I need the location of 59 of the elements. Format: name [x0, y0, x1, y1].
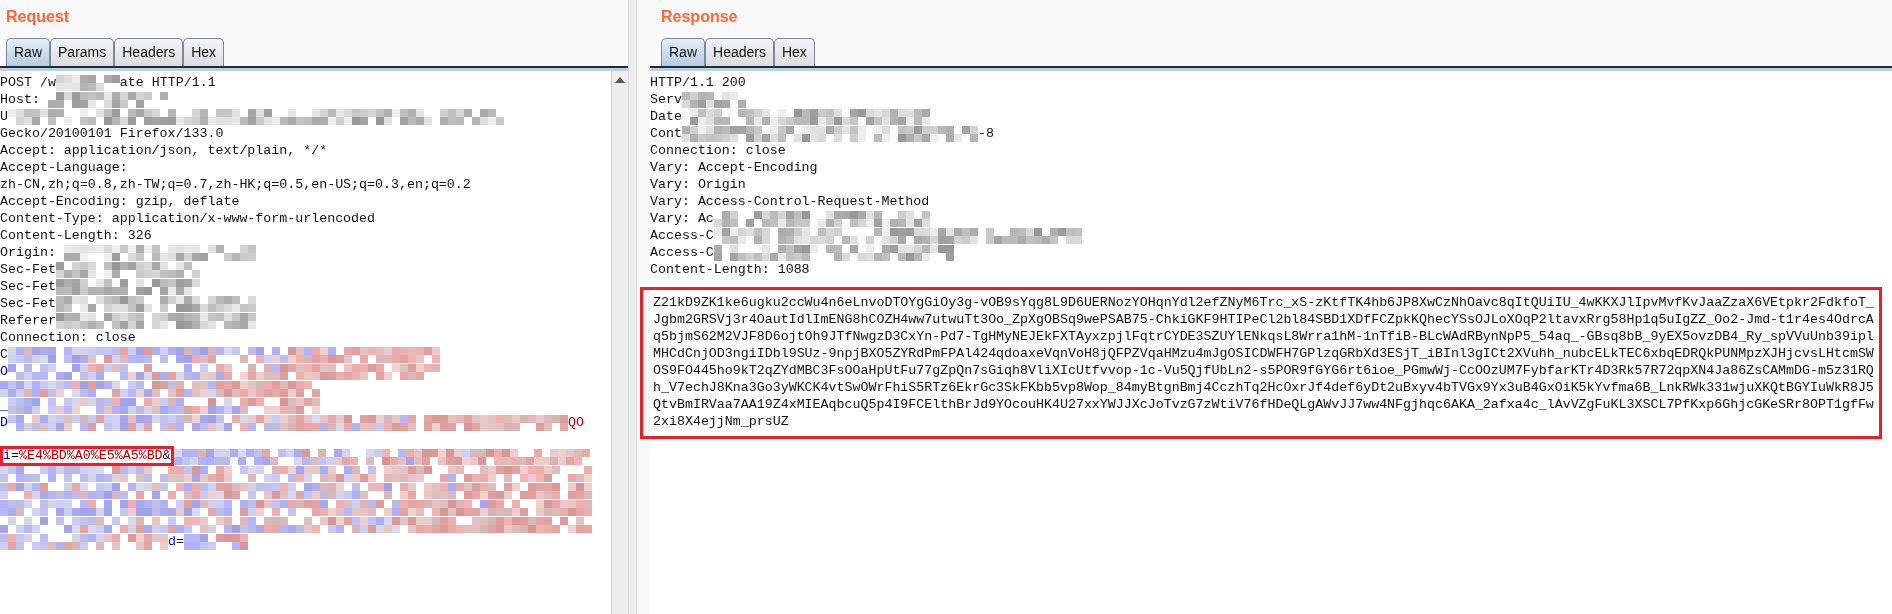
body-line: MHCdCnjOD3ngiIDbl9SUz-9npjBXO5ZYRdPmFPAl424qdoaxeVqnVoH8jQFPZVqaHMzu4mJgOSICDWFH7GPlzqGRbXd3ESjT_iBInl3gICt2XVuhh_nubcELkTEC6xbqEDRQkPUNMpzXJHjcvsLHtcmSW	[653, 345, 1875, 362]
raw-text: POST /w	[0, 74, 56, 91]
raw-text: Content-Type: application/x-www-form-urlencoded	[0, 210, 376, 227]
raw-text: Origin:	[0, 244, 56, 261]
raw-text: &	[162, 449, 171, 462]
tab[interactable]: Headers	[705, 38, 774, 66]
raw-text: Host:	[0, 91, 41, 108]
raw-text: Referer	[0, 312, 56, 329]
body-line: 2xi8X4ejjNm_prsUZ	[653, 413, 790, 430]
parameter-name: _	[0, 397, 8, 414]
raw-text: Content-Length: 1088	[650, 261, 810, 278]
raw-text: Accept-Encoding: gzip, deflate	[0, 193, 240, 210]
parameter-name: D	[0, 414, 8, 431]
body-line: Jgbm2GRSVj3r4OautIdlImENG8hCOZH4ww7utwuTt3Oo_ZpXgOBSq9wePSAB75-ChkiGKF9HTIPeCl2bl84SBD1XDfFCZpkKQhecYSsOJLoXOqP2ltavxRrg58Hp1q5uIgZZ_Oo2-Jmd-t1r4es4OdrcA	[653, 311, 1875, 328]
raw-text: Sec-Fet	[0, 278, 56, 295]
raw-text: Date	[650, 108, 682, 125]
raw-text: =	[11, 449, 19, 462]
raw-text: Accept: application/json, text/plain, */*	[0, 142, 328, 159]
tab[interactable]: Hex	[183, 38, 225, 66]
tab[interactable]: Headers	[114, 38, 184, 66]
raw-text: Sec-Fet	[0, 261, 56, 278]
body-line: QtvBmIRVaa7AA19Z4xMIEAqbcuQ5p4I9FCElthBrJd9YOcouHK4U27xxYWJJXcJoTvzG7zWtiV76fHDeQLgAWvJJ7ww4NFgjhqc6AKA_2afxa4c_lAvVZgFuKL3XSCL7PfKxp6GhjcGKeSRr8OPT1gfFw	[653, 396, 1875, 413]
tab[interactable]: Hex	[773, 38, 815, 66]
raw-text: Accept-Language:	[0, 159, 128, 176]
parameter-value: %E4%BD%A0%E5%A5%BD	[18, 449, 163, 462]
raw-text: U	[0, 108, 8, 125]
raw-text: -8	[977, 125, 994, 142]
pane-title: Request	[6, 7, 70, 27]
raw-text: Vary: Origin	[650, 176, 746, 193]
raw-text: zh-CN,zh;q=0.8,zh-TW;q=0.7,zh-HK;q=0.5,en-US;q=0.3,en;q=0.2	[0, 176, 471, 193]
raw-text: Connection: close	[0, 329, 136, 346]
body-line: q5bjmS62M2VJF8D6ojtOh9JTfNwgzD3CxYn-Pd7-TgHMyNEJEkFXTAyxzpjlFqtrCYDE3SZUYlENkqsL8Wrra1hM-1nTfiB-BLcWAdRBynNpP5_54aq_-GBsq8bB_9yEX5ovzDB4_Ry_spVVuUnb39ipl	[653, 328, 1875, 345]
body-line: h_V7echJ8Kna3Go3yWKCK4vtSwOWrFhiS5RTz6EkrGc3SkFKbb5vp8Wop_84myBtgnBmj4CczhTq2HcOxrJf4def6yDt2uBxyv4bTVGx9Yx3uB4GxOiK5kYvfma6B_LnkRWk331wjuXKQtBGYIuWkR8J5	[653, 379, 1875, 396]
raw-text: Gecko/20100101 Firefox/133.0	[0, 125, 224, 142]
pane-title: Response	[661, 7, 738, 27]
raw-text: Sec-Fet	[0, 295, 56, 312]
tab[interactable]: Raw	[6, 38, 50, 66]
raw-text: Serv	[650, 91, 682, 108]
body-line: Z21kD9ZK1ke6ugku2ccWu4n6eLnvoDTOYgGiOy3g-vOB9sYqg8L9D6UERNozYOHqnYdl2efZNyM6Trc_xS-zKtfTK4hb6JP8XwCzNhOavc8qItQUiIU_4wKKXJlIpvMvfKvJaaZzaX6VEtpkr2FdkfoT_	[653, 294, 1875, 311]
raw-text: Access-C	[650, 227, 714, 244]
body-line: OS9FO445ho9kT2qZYdMBC3FsOOaHpUtFu77gZpQn7sGiqh8VliXIcUtfvvop-1c-Vu5QjfUbLn2-s5POR9fGYG6rt6ioe_PGmwWj-CcOOzUM7FybfarKTr4D3Rk57R72qpXN4Ja86ZsCAMmDG-m5z31RQ	[653, 362, 1875, 379]
parameter-name: O	[0, 363, 8, 380]
raw-text: HTTP/1.1 200	[650, 74, 746, 91]
raw-text: Vary: Accept-Encoding	[650, 159, 818, 176]
raw-text: Vary: Access-Control-Request-Method	[650, 193, 930, 210]
parameter-name: i	[3, 449, 11, 462]
parameter-name: d	[168, 533, 176, 550]
raw-text: C	[0, 346, 8, 363]
raw-text: Access-C	[650, 244, 714, 261]
parameter-value: QO	[568, 414, 584, 431]
raw-text: Vary: Ac	[650, 210, 714, 227]
scrollbar[interactable]	[611, 71, 628, 614]
raw-text: =	[176, 533, 184, 550]
raw-text: ate HTTP/1.1	[119, 74, 216, 91]
raw-text: Connection: close	[650, 142, 786, 159]
raw-text: Content-Length: 326	[0, 227, 152, 244]
raw-text: Cont	[650, 125, 682, 142]
tab[interactable]: Params	[50, 38, 115, 66]
tab[interactable]: Raw	[661, 38, 705, 66]
